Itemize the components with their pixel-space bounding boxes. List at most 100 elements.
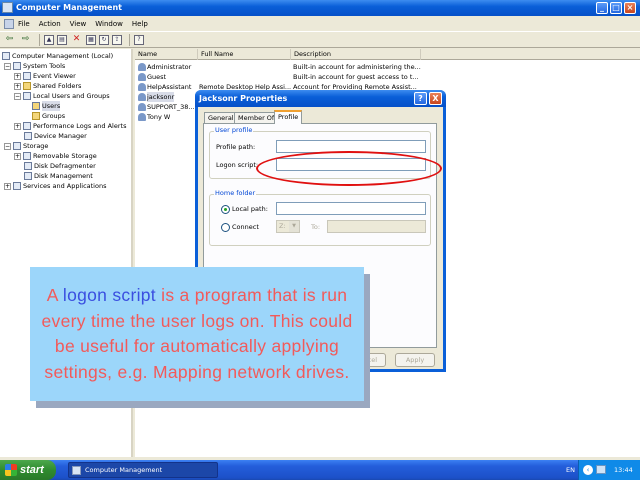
tree-item[interactable]: − Storage: [4, 141, 48, 151]
tree-item-users[interactable]: Users: [32, 101, 61, 111]
start-button[interactable]: start: [0, 460, 56, 480]
menu-view[interactable]: View: [70, 20, 87, 28]
tree-item-groups[interactable]: Groups: [32, 111, 65, 121]
connect-radio[interactable]: [221, 223, 230, 232]
folder-icon: [32, 102, 40, 110]
dialog-help-button[interactable]: ?: [414, 92, 427, 105]
computer-management-icon: [2, 2, 13, 13]
users-groups-icon: [23, 92, 31, 100]
computer-management-icon: [72, 466, 81, 475]
services-icon: [13, 182, 21, 190]
local-path-input[interactable]: [276, 202, 426, 215]
main-window-title: Computer Management: [16, 3, 122, 12]
close-button[interactable]: ×: [624, 2, 636, 14]
menu-help[interactable]: Help: [132, 20, 148, 28]
help-icon[interactable]: ?: [134, 34, 144, 45]
up-folder-icon[interactable]: ▲: [44, 34, 54, 45]
tree-item-label: Users: [42, 101, 61, 111]
tab-member-of[interactable]: Member Of: [234, 112, 279, 123]
row-name: Administrator: [147, 63, 192, 71]
table-row[interactable]: Administrator Built-in account for admin…: [135, 62, 640, 72]
tree-item[interactable]: Computer Management (Local): [2, 51, 113, 61]
minimize-button[interactable]: _: [596, 2, 608, 14]
expand-icon[interactable]: +: [14, 82, 21, 90]
tree-item[interactable]: + Removable Storage: [14, 151, 97, 161]
local-path-label: Local path:: [232, 205, 268, 213]
back-icon[interactable]: ⇦: [3, 33, 16, 46]
show-hidden-icons-icon[interactable]: ‹: [583, 465, 593, 475]
expand-icon[interactable]: +: [14, 152, 21, 160]
mmc-icon[interactable]: [4, 18, 14, 29]
system-tray: ‹ 13:44: [578, 460, 640, 480]
tree-item[interactable]: − System Tools: [4, 61, 65, 71]
expand-icon[interactable]: +: [4, 182, 11, 190]
column-full-name[interactable]: Full Name: [198, 49, 291, 60]
tree-item[interactable]: Device Manager: [24, 131, 87, 141]
main-window-titlebar[interactable]: Computer Management _ □ ×: [0, 0, 640, 16]
tree-item[interactable]: − Local Users and Groups: [14, 91, 110, 101]
delete-icon[interactable]: ✕: [70, 33, 83, 46]
tree-item-label: Storage: [23, 142, 49, 150]
tree-item-label: Groups: [42, 112, 66, 120]
tree-item-label: Computer Management (Local): [12, 52, 114, 60]
tree-item-label: Removable Storage: [33, 152, 97, 160]
disk-management-icon: [24, 172, 32, 180]
tree-item-label: Disk Defragmenter: [34, 162, 96, 170]
menu-action[interactable]: Action: [39, 20, 61, 28]
tree-item-label: Services and Applications: [23, 182, 107, 190]
row-name: HelpAssistant: [147, 83, 192, 91]
toolbar-separator: [129, 33, 130, 46]
table-row[interactable]: Guest Built-in account for guest access …: [135, 72, 640, 82]
tree-item[interactable]: + Performance Logs and Alerts: [14, 121, 126, 131]
taskbar-item-computer-management[interactable]: Computer Management: [68, 462, 218, 478]
to-label: To:: [311, 223, 321, 231]
user-profile-group-label: User profile: [214, 126, 254, 134]
forward-icon[interactable]: ⇨: [19, 33, 32, 46]
computer-icon: [2, 52, 10, 60]
start-label: start: [20, 464, 44, 476]
tree-item-label: System Tools: [23, 62, 66, 70]
tree-item[interactable]: + Shared Folders: [14, 81, 81, 91]
collapse-icon[interactable]: −: [4, 142, 11, 150]
apply-button[interactable]: Apply: [395, 353, 435, 367]
dialog-titlebar[interactable]: Jacksonr Properties ? X: [195, 90, 446, 107]
network-icon[interactable]: [596, 465, 606, 474]
export-list-icon[interactable]: ⇪: [112, 34, 122, 45]
refresh-icon[interactable]: ↻: [99, 34, 109, 45]
tree-item-label: Local Users and Groups: [33, 92, 110, 100]
tree-item[interactable]: Disk Defragmenter: [24, 161, 96, 171]
connect-to-input[interactable]: [327, 220, 426, 233]
row-description: Built-in account for administering the..…: [293, 63, 421, 71]
callout-text: A logon script is a program that is run …: [30, 283, 364, 385]
tree-item[interactable]: + Services and Applications: [4, 181, 106, 191]
tree-item-label: Disk Management: [34, 172, 93, 180]
menu-window[interactable]: Window: [95, 20, 123, 28]
tab-general[interactable]: General: [204, 112, 238, 123]
dialog-close-button[interactable]: X: [429, 92, 442, 105]
show-hide-tree-icon[interactable]: ▤: [57, 34, 67, 45]
list-header: Name Full Name Description: [135, 49, 640, 60]
properties-icon[interactable]: ▦: [86, 34, 96, 45]
column-name[interactable]: Name: [135, 49, 198, 60]
menu-bar: File Action View Window Help: [0, 16, 640, 31]
collapse-icon[interactable]: −: [4, 62, 11, 70]
column-description[interactable]: Description: [291, 49, 421, 60]
maximize-button[interactable]: □: [610, 2, 622, 14]
local-path-radio[interactable]: [221, 205, 230, 214]
expand-icon[interactable]: +: [14, 72, 21, 80]
tree-item[interactable]: Disk Management: [24, 171, 93, 181]
clock[interactable]: 13:44: [614, 460, 633, 480]
user-icon: [138, 93, 146, 101]
language-indicator[interactable]: EN: [566, 460, 575, 480]
performance-icon: [23, 122, 31, 130]
expand-icon[interactable]: +: [14, 122, 21, 130]
drive-value: Z:: [279, 222, 286, 230]
tree-item[interactable]: + Event Viewer: [14, 71, 76, 81]
removable-storage-icon: [23, 152, 31, 160]
tree-item-label: Performance Logs and Alerts: [33, 122, 127, 130]
row-name: SUPPORT_38...: [147, 103, 195, 111]
tab-profile[interactable]: Profile: [274, 110, 303, 124]
drive-select[interactable]: Z: ▼: [276, 220, 300, 233]
collapse-icon[interactable]: −: [14, 92, 21, 100]
menu-file[interactable]: File: [18, 20, 30, 28]
